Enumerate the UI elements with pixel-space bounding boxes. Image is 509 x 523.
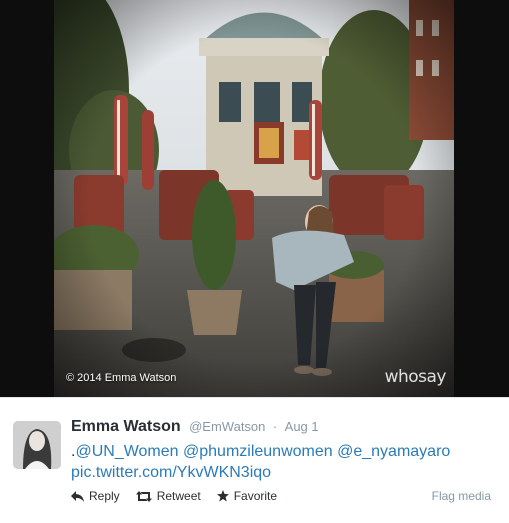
tweet-actions: Reply Retweet Favorite	[71, 489, 293, 503]
tweet-text: .@UN_Women @phumzileunwomen @e_nyamayaro…	[71, 441, 491, 483]
mention-link[interactable]: @e_nyamayaro	[337, 443, 450, 460]
whosay-logo: whosay	[384, 367, 447, 387]
media-link[interactable]: pic.twitter.com/YkvWKN3iqo	[71, 464, 271, 481]
mention-link[interactable]: @UN_Women	[75, 443, 178, 460]
retweet-button[interactable]: Retweet	[135, 489, 201, 503]
tweet-timestamp[interactable]: Aug 1	[285, 419, 319, 434]
mention-link[interactable]: @phumzileunwomen	[183, 443, 333, 460]
star-icon	[216, 490, 229, 502]
tweet-header: Emma Watson @EmWatson · Aug 1	[71, 418, 319, 436]
favorite-label: Favorite	[233, 489, 278, 503]
avatar-image	[13, 421, 61, 469]
reply-label: Reply	[89, 489, 120, 503]
reply-icon	[71, 490, 84, 502]
reply-button[interactable]: Reply	[71, 489, 120, 503]
user-handle[interactable]: @EmWatson	[189, 419, 265, 434]
retweet-icon	[135, 490, 152, 502]
photo-credit: © 2014 Emma Watson	[66, 372, 177, 384]
tweet-card: Emma Watson @EmWatson · Aug 1 .@UN_Women…	[0, 397, 509, 523]
flag-media-link[interactable]: Flag media	[432, 489, 491, 503]
separator: ·	[272, 419, 278, 434]
user-name[interactable]: Emma Watson	[71, 418, 181, 435]
photo-image[interactable]: © 2014 Emma Watson whosay	[54, 0, 454, 397]
retweet-label: Retweet	[156, 489, 201, 503]
favorite-button[interactable]: Favorite	[216, 489, 278, 503]
tweet-photo[interactable]: © 2014 Emma Watson whosay	[0, 0, 509, 397]
avatar[interactable]	[13, 421, 61, 469]
